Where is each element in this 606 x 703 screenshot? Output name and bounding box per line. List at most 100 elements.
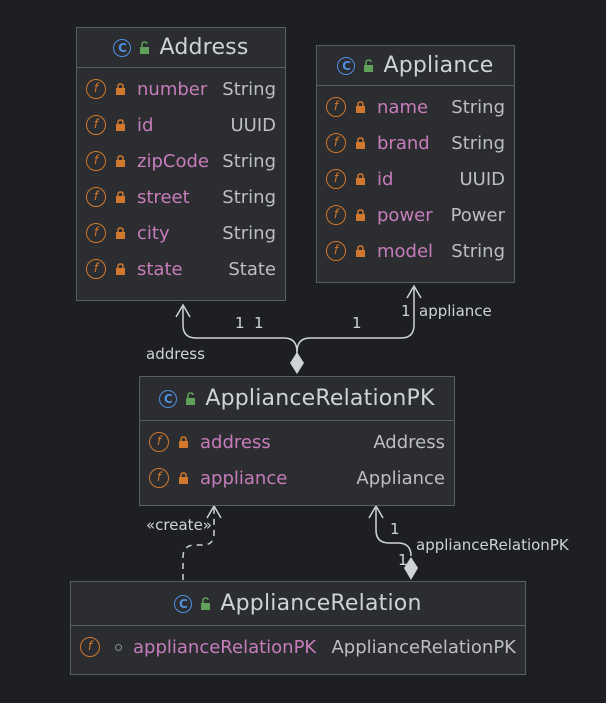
field-icon: f <box>326 97 346 117</box>
class-icon: C <box>159 389 178 408</box>
field-list: f applianceRelationPK ApplianceRelationPK <box>71 626 525 665</box>
unlock-icon <box>364 58 374 72</box>
lock-icon <box>116 155 125 167</box>
address-role-label: address <box>146 345 205 363</box>
composition-diamond <box>290 352 304 374</box>
field-row[interactable]: f city String <box>77 215 285 251</box>
field-name: model <box>377 240 434 262</box>
field-icon: f <box>86 223 106 243</box>
field-name: id <box>377 168 394 190</box>
field-list: f name String f brand String f id UUID f power P… <box>317 86 514 269</box>
lock-icon <box>116 263 125 275</box>
class-title: Address <box>159 35 249 60</box>
package-private-icon <box>115 643 122 651</box>
class-appliance-relation[interactable]: C ApplianceRelation f applianceRelationPK… <box>70 581 526 675</box>
appliance-role-label: appliance <box>419 302 492 320</box>
pk-multiplicity-label: 1 <box>398 551 408 569</box>
lock-icon <box>116 83 125 95</box>
field-icon: f <box>86 259 106 279</box>
field-type: String <box>451 132 505 154</box>
class-header: C ApplianceRelation <box>71 582 525 626</box>
lock-icon <box>116 227 125 239</box>
class-title: ApplianceRelation <box>220 591 422 616</box>
field-row[interactable]: f address Address <box>140 424 454 460</box>
field-row[interactable]: f power Power <box>317 197 514 233</box>
field-type: ApplianceRelationPK <box>331 636 516 658</box>
field-icon: f <box>86 79 106 99</box>
lock-icon <box>356 245 365 257</box>
field-icon: f <box>86 187 106 207</box>
lock-icon <box>179 472 188 484</box>
lock-icon <box>356 209 365 221</box>
appliance-multiplicity-label: 1 <box>352 314 362 332</box>
field-row[interactable]: f brand String <box>317 125 514 161</box>
field-type: String <box>222 186 276 208</box>
lock-icon <box>356 137 365 149</box>
field-name: power <box>377 204 433 226</box>
field-name: state <box>137 258 183 280</box>
field-name: applianceRelationPK <box>133 636 317 658</box>
field-type: String <box>222 78 276 100</box>
field-type: UUID <box>230 114 276 136</box>
class-address[interactable]: C Address f number String f id UUID f zipCode… <box>76 27 286 301</box>
class-title: ApplianceRelationPK <box>205 386 435 411</box>
class-icon: C <box>337 56 356 75</box>
unlock-icon <box>140 40 150 54</box>
pk-multiplicity-label: 1 <box>390 520 400 538</box>
field-row[interactable]: f id UUID <box>77 107 285 143</box>
field-name: appliance <box>200 467 288 489</box>
unlock-icon <box>201 596 211 610</box>
field-icon: f <box>326 241 346 261</box>
field-icon: f <box>149 432 169 452</box>
field-row[interactable]: f state State <box>77 251 285 287</box>
field-name: number <box>137 78 208 100</box>
field-name: name <box>377 96 429 118</box>
class-header: C Appliance <box>317 46 514 86</box>
field-type: String <box>222 222 276 244</box>
lock-icon <box>356 101 365 113</box>
pk-role-label: applianceRelationPK <box>416 536 569 554</box>
field-name: zipCode <box>137 150 209 172</box>
class-appliance[interactable]: C Appliance f name String f brand String f id… <box>316 45 515 283</box>
field-list: f number String f id UUID f zipCode String f st… <box>77 68 285 287</box>
field-type: String <box>451 240 505 262</box>
field-icon: f <box>326 169 346 189</box>
unlock-icon <box>186 391 196 405</box>
appliance-multiplicity-label: 1 <box>401 302 411 320</box>
field-row[interactable]: f name String <box>317 89 514 125</box>
field-icon: f <box>80 637 100 657</box>
field-type: UUID <box>459 168 505 190</box>
field-name: brand <box>377 132 430 154</box>
field-row[interactable]: f street String <box>77 179 285 215</box>
field-row[interactable]: f model String <box>317 233 514 269</box>
class-icon: C <box>113 38 132 57</box>
field-icon: f <box>326 133 346 153</box>
class-appliance-relation-pk[interactable]: C ApplianceRelationPK f address Address f a… <box>139 376 455 506</box>
field-list: f address Address f appliance Appliance <box>140 421 454 496</box>
field-type: String <box>451 96 505 118</box>
field-name: street <box>137 186 190 208</box>
address-multiplicity-label: 1 <box>254 314 264 332</box>
field-row[interactable]: f applianceRelationPK ApplianceRelationPK <box>71 629 525 665</box>
class-icon: C <box>174 594 193 613</box>
field-type: Address <box>373 431 445 453</box>
field-row[interactable]: f number String <box>77 71 285 107</box>
address-multiplicity-label: 1 <box>235 314 245 332</box>
field-name: id <box>137 114 154 136</box>
field-icon: f <box>149 468 169 488</box>
field-icon: f <box>86 151 106 171</box>
field-row[interactable]: f zipCode String <box>77 143 285 179</box>
field-name: city <box>137 222 170 244</box>
lock-icon <box>356 173 365 185</box>
field-icon: f <box>86 115 106 135</box>
field-type: Power <box>450 204 505 226</box>
field-row[interactable]: f id UUID <box>317 161 514 197</box>
field-row[interactable]: f appliance Appliance <box>140 460 454 496</box>
field-type: Appliance <box>356 467 445 489</box>
field-type: String <box>222 150 276 172</box>
class-header: C Address <box>77 28 285 68</box>
field-icon: f <box>326 205 346 225</box>
class-title: Appliance <box>383 53 494 78</box>
lock-icon <box>116 191 125 203</box>
class-header: C ApplianceRelationPK <box>140 377 454 421</box>
